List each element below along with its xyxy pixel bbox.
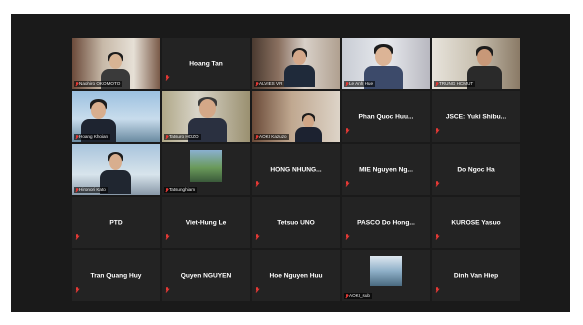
- muted-mic-icon: [435, 227, 439, 245]
- participant-tile[interactable]: Dinh Van Hiep: [432, 250, 520, 301]
- muted-mic-icon: [345, 293, 348, 299]
- participant-name-label: Le Anh Hue: [344, 81, 376, 87]
- participant-name: Hoang Tan: [189, 60, 223, 67]
- participant-name-label: AOKI Kazuzo: [254, 134, 289, 140]
- participant-tile[interactable]: PASCO Do Hong...: [342, 197, 430, 248]
- muted-mic-icon: [165, 68, 169, 86]
- participant-tile[interactable]: Tran Quang Huy: [72, 250, 160, 301]
- participant-name: PASCO Do Hong...: [357, 219, 415, 226]
- muted-mic-icon: [165, 280, 169, 298]
- participant-name: PTD: [109, 219, 123, 226]
- participant-tile[interactable]: Hoe Nguyen Huu: [252, 250, 340, 301]
- muted-mic-icon: [255, 174, 259, 192]
- participant-name: HỒNG NHUNG...: [270, 166, 322, 173]
- muted-mic-icon: [435, 174, 439, 192]
- participant-tile[interactable]: Tatsunghiam: [162, 144, 250, 195]
- participant-tile[interactable]: Hoang Tan: [162, 38, 250, 89]
- profile-picture: [370, 256, 402, 286]
- participant-name: Hoe Nguyen Huu: [269, 272, 323, 279]
- participant-tile[interactable]: AOKI Kazuzo: [252, 91, 340, 142]
- profile-picture: [190, 150, 222, 182]
- participant-name: Do Ngoc Ha: [457, 166, 495, 173]
- muted-mic-icon: [435, 81, 438, 87]
- participant-tile-active-speaker[interactable]: Tatsuro HOZO: [162, 91, 250, 142]
- participant-name-label: Tatsuro HOZO: [164, 134, 201, 140]
- muted-mic-icon: [255, 280, 259, 298]
- muted-mic-icon: [255, 227, 259, 245]
- participant-tile[interactable]: Phan Quoc Huu...: [342, 91, 430, 142]
- participant-tile[interactable]: Naohiro OKOMOTO: [72, 38, 160, 89]
- muted-mic-icon: [345, 81, 348, 87]
- participant-name: Viet-Hung Le: [185, 219, 227, 226]
- participant-tile[interactable]: Do Ngoc Ha: [432, 144, 520, 195]
- participant-name: Dinh Van Hiep: [453, 272, 499, 279]
- participant-name-label: Hoang Khoian: [74, 134, 111, 140]
- participant-name: Tetsuo UNO: [277, 219, 315, 226]
- participant-tile[interactable]: Hoang Khoian: [72, 91, 160, 142]
- participant-tile[interactable]: ALVIES VR: [252, 38, 340, 89]
- muted-mic-icon: [75, 280, 79, 298]
- participant-name: JSCE: Yuki Shibu...: [445, 113, 507, 120]
- participant-name: Phan Quoc Huu...: [358, 113, 414, 120]
- participant-name-label: Naohiro OKOMOTO: [74, 81, 123, 87]
- participant-name-label: AOKI_sub: [344, 293, 372, 299]
- participant-tile[interactable]: Hironori Kato: [72, 144, 160, 195]
- muted-mic-icon: [165, 187, 168, 193]
- participant-name: MIE Nguyen Ng...: [359, 166, 413, 173]
- participant-tile[interactable]: HỒNG NHUNG...: [252, 144, 340, 195]
- participant-tile[interactable]: PTD: [72, 197, 160, 248]
- muted-mic-icon: [345, 227, 349, 245]
- muted-mic-icon: [165, 227, 169, 245]
- muted-mic-icon: [255, 81, 258, 87]
- muted-mic-icon: [255, 134, 258, 140]
- meeting-window: Naohiro OKOMOTO Hoang Tan ALVIES VR Le A…: [11, 14, 570, 312]
- participant-name-label: Hironori Kato: [74, 187, 108, 193]
- participant-name-label: TRUNG HCMUT: [434, 81, 476, 87]
- participant-tile[interactable]: KUROSE Yasuo: [432, 197, 520, 248]
- muted-mic-icon: [345, 121, 349, 139]
- participant-name: Quyen NGUYEN: [180, 272, 232, 279]
- muted-mic-icon: [165, 134, 168, 140]
- participant-tile[interactable]: Viet-Hung Le: [162, 197, 250, 248]
- gallery-grid: Naohiro OKOMOTO Hoang Tan ALVIES VR Le A…: [72, 38, 520, 301]
- participant-tile[interactable]: TRUNG HCMUT: [432, 38, 520, 89]
- participant-tile[interactable]: MIE Nguyen Ng...: [342, 144, 430, 195]
- participant-name: KUROSE Yasuo: [451, 219, 501, 226]
- muted-mic-icon: [75, 187, 78, 193]
- participant-tile[interactable]: JSCE: Yuki Shibu...: [432, 91, 520, 142]
- muted-mic-icon: [345, 174, 349, 192]
- participant-name-label: ALVIES VR: [254, 81, 285, 87]
- participant-tile[interactable]: AOKI_sub: [342, 250, 430, 301]
- participant-tile[interactable]: Quyen NGUYEN: [162, 250, 250, 301]
- muted-mic-icon: [75, 134, 78, 140]
- participant-name: Tran Quang Huy: [90, 272, 142, 279]
- participant-tile[interactable]: Le Anh Hue: [342, 38, 430, 89]
- participant-name-label: Tatsunghiam: [164, 187, 198, 193]
- muted-mic-icon: [435, 280, 439, 298]
- muted-mic-icon: [435, 121, 439, 139]
- muted-mic-icon: [75, 81, 78, 87]
- participant-tile[interactable]: Tetsuo UNO: [252, 197, 340, 248]
- muted-mic-icon: [75, 227, 79, 245]
